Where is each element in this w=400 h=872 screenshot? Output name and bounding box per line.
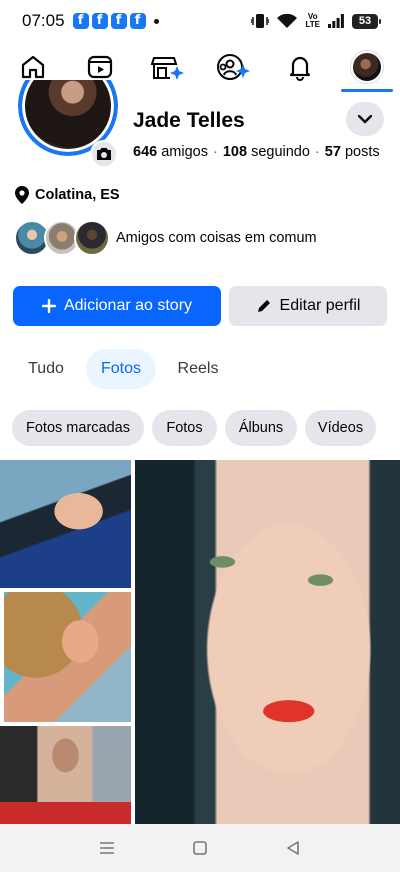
profile-name: Jade Telles (133, 109, 245, 132)
facebook-notification-icon: f (129, 13, 146, 29)
groups-icon (217, 54, 251, 80)
photo-thumbnail[interactable] (0, 460, 131, 588)
battery-indicator: 53 (352, 13, 381, 29)
facebook-notification-icon: f (91, 13, 108, 29)
nav-marketplace[interactable] (137, 44, 197, 90)
profile-stats: 646 amigos · 108 seguindo · 57 posts (133, 144, 380, 160)
location-text: Colatina, ES (35, 187, 120, 203)
volte-indicator: Vo LTE (305, 12, 320, 29)
chevron-down-icon (358, 114, 372, 123)
square-icon (193, 841, 207, 855)
friends-label[interactable]: amigos (161, 144, 208, 160)
plus-icon (41, 299, 56, 313)
more-notifications-dot-icon (153, 18, 159, 24)
facebook-notification-icon: f (72, 13, 89, 29)
chip-albums[interactable]: Álbuns (225, 410, 297, 446)
location-pin-icon (15, 186, 29, 204)
edit-profile-button[interactable]: Editar perfil (229, 286, 387, 326)
following-count[interactable]: 108 (223, 144, 247, 160)
mutual-friend-avatar (74, 220, 110, 256)
tab-photos[interactable]: Fotos (86, 349, 156, 389)
photo-thumbnail[interactable] (4, 592, 131, 722)
camera-icon (97, 148, 111, 160)
nav-groups[interactable] (203, 44, 263, 90)
location-row: Colatina, ES (15, 186, 120, 204)
chip-videos[interactable]: Vídeos (305, 410, 376, 446)
posts-count: 57 (324, 144, 341, 160)
menu-icon (99, 842, 114, 854)
pencil-icon (257, 300, 270, 312)
friends-count[interactable]: 646 (133, 144, 157, 160)
marketplace-icon (150, 57, 184, 80)
facebook-notification-icon: f (110, 13, 127, 29)
vibrate-icon (251, 14, 270, 28)
profile-avatar (350, 51, 383, 83)
mutual-friends-text: Amigos com coisas em comum (116, 230, 317, 246)
chip-tagged-photos[interactable]: Fotos marcadas (12, 410, 144, 446)
nav-profile[interactable] (337, 44, 397, 92)
tab-reels[interactable]: Reels (164, 349, 232, 389)
back-system-button[interactable] (273, 828, 313, 868)
video-icon (87, 55, 113, 79)
status-time: 07:05 (22, 11, 65, 30)
add-to-story-button[interactable]: Adicionar ao story (13, 286, 221, 326)
change-photo-button[interactable] (90, 140, 118, 168)
signal-icon (328, 14, 344, 28)
nav-notifications[interactable] (270, 44, 330, 90)
system-nav-bar (0, 824, 400, 872)
photo-thumbnail[interactable] (0, 726, 131, 824)
photo-thumbnail-large[interactable] (135, 460, 400, 824)
chip-photos[interactable]: Fotos (152, 410, 217, 446)
home-icon (22, 55, 45, 79)
bell-icon (289, 56, 311, 81)
back-icon (287, 841, 300, 855)
following-label[interactable]: seguindo (251, 144, 310, 160)
status-bar: 07:05 f f f f Vo LTE 53 (0, 0, 400, 42)
posts-label: posts (344, 144, 380, 160)
tab-all[interactable]: Tudo (14, 349, 78, 389)
mutual-friends-row[interactable]: Amigos com coisas em comum (14, 220, 317, 256)
recent-apps-button[interactable] (87, 828, 127, 868)
profile-dropdown-button[interactable] (346, 102, 384, 136)
profile-header: Jade Telles 646 amigos · 108 seguindo · 57 p… (0, 80, 400, 170)
home-system-button[interactable] (180, 828, 220, 868)
notification-badges: f f f f (72, 13, 146, 29)
wifi-icon (277, 13, 298, 28)
